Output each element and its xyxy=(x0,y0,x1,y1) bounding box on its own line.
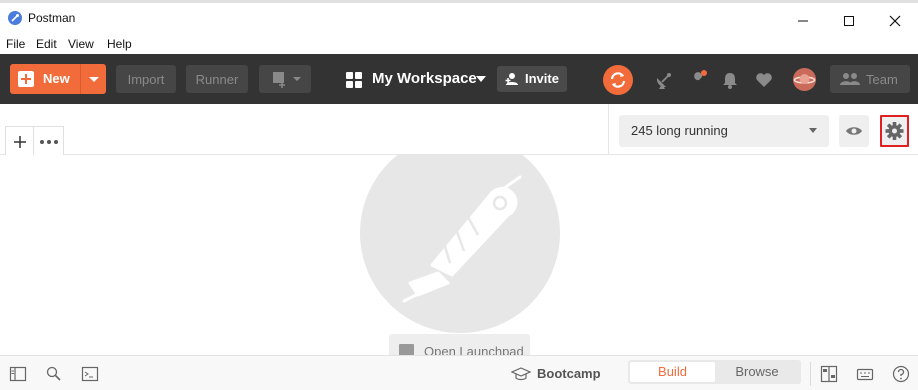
menu-help[interactable]: Help xyxy=(107,37,132,51)
gear-icon xyxy=(885,122,904,140)
team-button-label: Team xyxy=(866,72,898,87)
new-window-button[interactable] xyxy=(259,65,311,93)
launchpad-label: Open Launchpad xyxy=(424,344,524,355)
main-content: Open Launchpad xyxy=(0,155,918,355)
invite-button-label: Invite xyxy=(525,71,559,86)
avatar[interactable] xyxy=(793,68,816,91)
menu-view[interactable]: View xyxy=(68,37,94,51)
new-button-label: New xyxy=(43,71,70,86)
add-user-icon xyxy=(505,73,518,85)
runner-button[interactable]: Runner xyxy=(186,65,248,93)
satellite-icon[interactable] xyxy=(654,70,674,90)
help-icon[interactable] xyxy=(892,365,910,383)
close-button[interactable] xyxy=(872,7,918,35)
search-icon[interactable] xyxy=(45,365,63,383)
new-tab-button[interactable] xyxy=(5,126,34,155)
minimize-button[interactable] xyxy=(780,7,826,35)
environment-quick-look-button[interactable] xyxy=(839,115,869,147)
import-button-label: Import xyxy=(127,71,165,87)
new-button-divider xyxy=(80,64,81,94)
launchpad-icon xyxy=(399,344,414,355)
settings-wrench-icon[interactable] xyxy=(688,70,708,90)
postman-app-icon xyxy=(8,11,22,25)
open-launchpad-button[interactable]: Open Launchpad xyxy=(389,334,530,355)
plus-icon xyxy=(14,136,26,148)
environment-selected-label: 245 long running xyxy=(631,123,728,138)
status-bar: Bootcamp Build Browse xyxy=(0,355,918,390)
manage-environments-button[interactable] xyxy=(880,115,909,147)
postman-logo-illustration xyxy=(360,155,560,333)
team-icon xyxy=(840,73,860,85)
new-dropdown-caret-icon[interactable] xyxy=(89,77,99,82)
statusbar-divider xyxy=(810,362,811,386)
import-button[interactable]: Import xyxy=(116,65,176,93)
graduation-cap-icon xyxy=(511,367,531,381)
heart-icon[interactable] xyxy=(754,70,774,90)
runner-button-label: Runner xyxy=(195,71,239,87)
bootcamp-label: Bootcamp xyxy=(537,366,601,381)
tab-options-button[interactable] xyxy=(34,126,64,155)
two-pane-view-icon[interactable] xyxy=(820,365,838,383)
menu-file[interactable]: File xyxy=(6,37,25,51)
menu-edit[interactable]: Edit xyxy=(36,37,57,51)
environment-select[interactable]: 245 long running xyxy=(619,115,829,147)
workspace-grid-icon xyxy=(346,72,362,88)
keyboard-shortcuts-icon[interactable] xyxy=(856,365,874,383)
browse-mode-button[interactable]: Browse xyxy=(715,362,799,382)
new-button[interactable]: New xyxy=(10,64,106,94)
window-title: Postman xyxy=(28,11,76,25)
team-button[interactable]: Team xyxy=(830,65,910,93)
workspace-caret-icon xyxy=(476,76,486,82)
build-browse-toggle: Build Browse xyxy=(628,360,801,384)
maximize-button[interactable] xyxy=(826,7,872,35)
new-window-icon xyxy=(273,72,301,88)
window-titlebar: Postman xyxy=(0,0,918,36)
environment-divider xyxy=(608,104,609,155)
chevron-down-icon xyxy=(809,128,817,133)
bell-icon[interactable] xyxy=(720,70,740,90)
plus-icon xyxy=(18,71,34,87)
menu-bar: File Edit View Help xyxy=(0,36,918,54)
console-icon[interactable] xyxy=(81,365,99,383)
eye-icon xyxy=(846,127,862,135)
build-mode-button[interactable]: Build xyxy=(630,362,715,382)
tab-strip: 245 long running xyxy=(0,104,918,155)
workspace-label: My Workspace xyxy=(372,70,477,87)
header-toolbar: New Import Runner My Workspace Invite Te… xyxy=(0,54,918,104)
invite-button[interactable]: Invite xyxy=(497,66,567,92)
more-dots-icon xyxy=(40,140,58,144)
sync-icon[interactable] xyxy=(603,65,633,95)
sidebar-toggle-icon[interactable] xyxy=(9,365,27,383)
